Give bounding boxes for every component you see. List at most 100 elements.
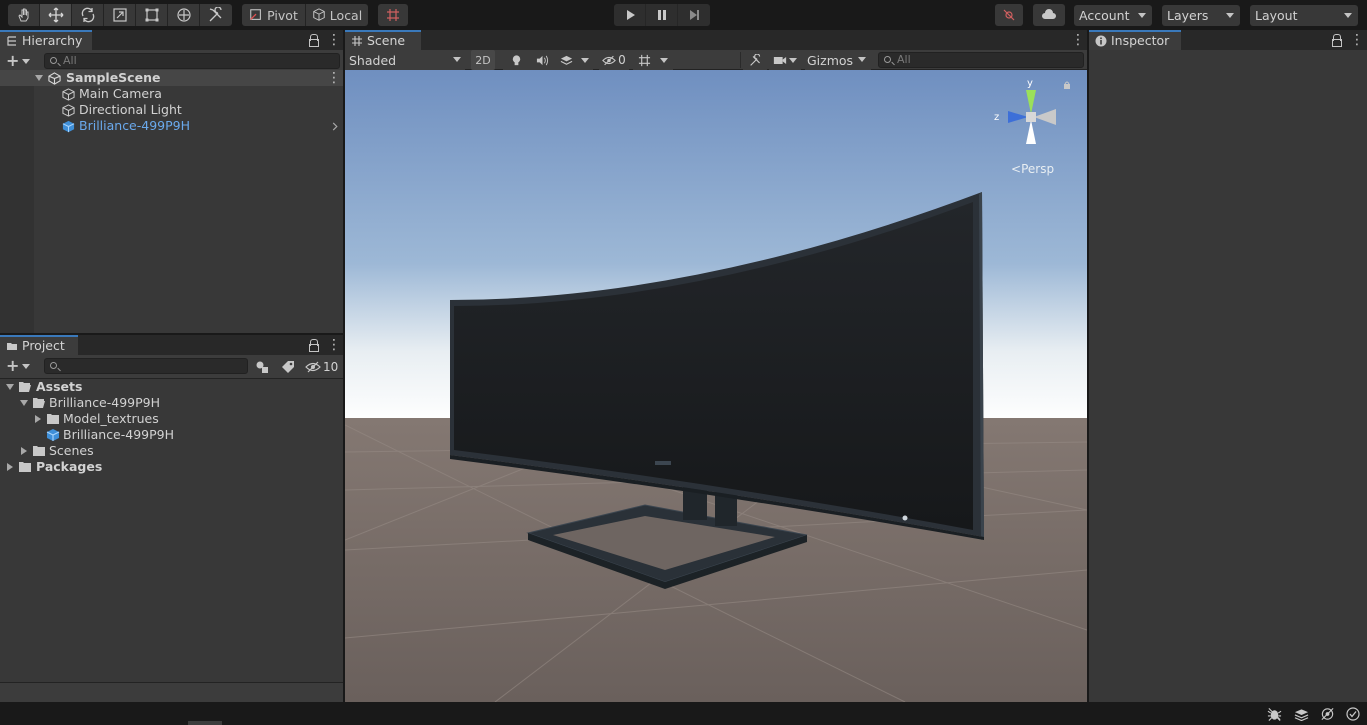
scene-viewport[interactable]: y z <Persp [345, 70, 1087, 702]
tree-item-brilliance-folder[interactable]: Brilliance-499P9H [0, 395, 343, 411]
transform-tool-button[interactable] [168, 4, 200, 26]
label-tag-icon[interactable] [281, 360, 295, 374]
move-tool-button[interactable] [40, 4, 72, 26]
scene-options-icon[interactable] [325, 70, 341, 86]
tab-scene[interactable]: Scene [345, 30, 421, 50]
audio-toggle[interactable] [529, 50, 555, 70]
folder-foldout[interactable] [20, 400, 28, 406]
tree-item-scenes[interactable]: Scenes [0, 443, 343, 459]
layout-label: Layout [1255, 8, 1298, 23]
prefab-cube-icon [62, 120, 75, 133]
gizmos-label: Gizmos [807, 52, 854, 68]
scale-icon [112, 8, 127, 22]
more-options-icon[interactable] [325, 32, 341, 48]
play-button[interactable] [614, 4, 646, 26]
project-panel: Project + 10 Assets Brilliance-499P9H Mo… [0, 335, 343, 702]
layers-dropdown[interactable]: Layers [1162, 5, 1240, 26]
inspector-tab-label: Inspector [1111, 33, 1170, 48]
chevron-left-icon: < [1011, 162, 1022, 176]
hierarchy-item-main-camera[interactable]: Main Camera [34, 86, 343, 102]
folder-foldout[interactable] [35, 415, 41, 423]
scene-header-row[interactable]: SampleScene [0, 70, 343, 86]
shading-mode-dropdown[interactable]: Shaded [345, 50, 465, 70]
unity-scene-icon [48, 72, 61, 85]
search-icon [50, 57, 57, 64]
eye-hidden-icon [305, 361, 321, 373]
folder-foldout[interactable] [7, 463, 13, 471]
lock-icon[interactable] [308, 34, 319, 47]
lighting-toggle[interactable] [503, 50, 529, 70]
hierarchy-search-input[interactable]: All [44, 53, 340, 69]
project-search-input[interactable] [44, 358, 248, 374]
gameobject-cube-icon [62, 88, 75, 101]
status-bar [0, 702, 1367, 725]
scene-visibility-icon[interactable] [1320, 707, 1335, 721]
step-icon [690, 10, 699, 20]
tree-label: Scenes [49, 443, 94, 458]
shading-mode-label: Shaded [349, 52, 397, 68]
check-circle-icon[interactable] [1346, 707, 1360, 721]
grid-dropdown[interactable] [633, 50, 673, 70]
tree-label: Packages [36, 459, 103, 474]
projection-toggle[interactable]: <Persp [1011, 162, 1054, 176]
folder-open-icon [33, 398, 45, 408]
tree-item-model-textures[interactable]: Model_textrues [0, 411, 343, 427]
scene-foldout[interactable] [35, 75, 43, 81]
step-button[interactable] [678, 4, 710, 26]
assets-foldout[interactable] [6, 384, 14, 390]
folder-foldout[interactable] [21, 447, 27, 455]
lock-icon[interactable] [308, 339, 319, 352]
account-label: Account [1079, 8, 1130, 23]
custom-tool-button[interactable] [200, 4, 232, 26]
hidden-count: 10 [323, 360, 339, 374]
speaker-icon [536, 55, 548, 65]
mode-2d-toggle[interactable]: 2D [471, 50, 495, 70]
lock-icon[interactable] [1331, 34, 1342, 47]
layout-dropdown[interactable]: Layout [1250, 5, 1358, 26]
hand-icon [17, 8, 28, 22]
tab-inspector[interactable]: Inspector [1089, 30, 1181, 50]
hidden-packages-toggle[interactable]: 10 [305, 358, 341, 376]
prefab-cube-icon [46, 429, 60, 441]
scene-tools-toggle[interactable] [743, 50, 767, 70]
more-options-icon[interactable] [1348, 32, 1364, 48]
hand-tool-button[interactable] [8, 4, 40, 26]
orientation-gizmo[interactable]: y z [986, 76, 1076, 156]
rect-tool-button[interactable] [136, 4, 168, 26]
pivot-toggle[interactable]: Pivot [242, 4, 306, 26]
create-add-button[interactable]: + [6, 53, 31, 69]
search-by-type-icon[interactable] [255, 360, 269, 374]
cloud-button[interactable] [1033, 4, 1065, 26]
debug-bug-icon[interactable] [1267, 707, 1282, 721]
scale-tool-button[interactable] [104, 4, 136, 26]
chevron-right-icon[interactable] [331, 122, 339, 131]
rotate-tool-button[interactable] [72, 4, 104, 26]
more-options-icon[interactable] [325, 337, 341, 353]
pause-button[interactable] [646, 4, 678, 26]
tree-label: Brilliance-499P9H [63, 427, 175, 442]
tree-item-assets[interactable]: Assets [0, 379, 343, 395]
scene-search-input[interactable]: All [878, 52, 1084, 68]
pivot-label: Pivot [267, 7, 298, 23]
grid-snap-button[interactable] [378, 4, 408, 26]
create-asset-button[interactable]: + [6, 358, 31, 374]
more-options-icon[interactable] [1069, 32, 1085, 48]
tree-item-packages[interactable]: Packages [0, 459, 343, 475]
folder-open-icon [19, 382, 31, 392]
layers-stack-icon[interactable] [1294, 707, 1309, 721]
collab-button[interactable] [995, 4, 1023, 26]
tab-hierarchy[interactable]: Hierarchy [0, 30, 92, 50]
account-dropdown[interactable]: Account [1074, 5, 1152, 26]
hierarchy-item-brilliance[interactable]: Brilliance-499P9H [34, 118, 343, 134]
hidden-objects-toggle[interactable]: 0 [599, 50, 629, 70]
local-toggle[interactable]: Local [306, 4, 368, 26]
play-icon [626, 10, 635, 20]
gizmos-dropdown[interactable]: Gizmos [805, 50, 871, 70]
effects-dropdown[interactable] [555, 50, 593, 70]
axis-y-label: y [1027, 78, 1033, 89]
tree-item-brilliance-model[interactable]: Brilliance-499P9H [0, 427, 343, 443]
camera-settings-dropdown[interactable] [769, 50, 801, 70]
main-toolbar: Pivot Local Account Layers Layout [0, 0, 1367, 30]
tab-project[interactable]: Project [0, 335, 78, 355]
hierarchy-item-directional-light[interactable]: Directional Light [34, 102, 343, 118]
